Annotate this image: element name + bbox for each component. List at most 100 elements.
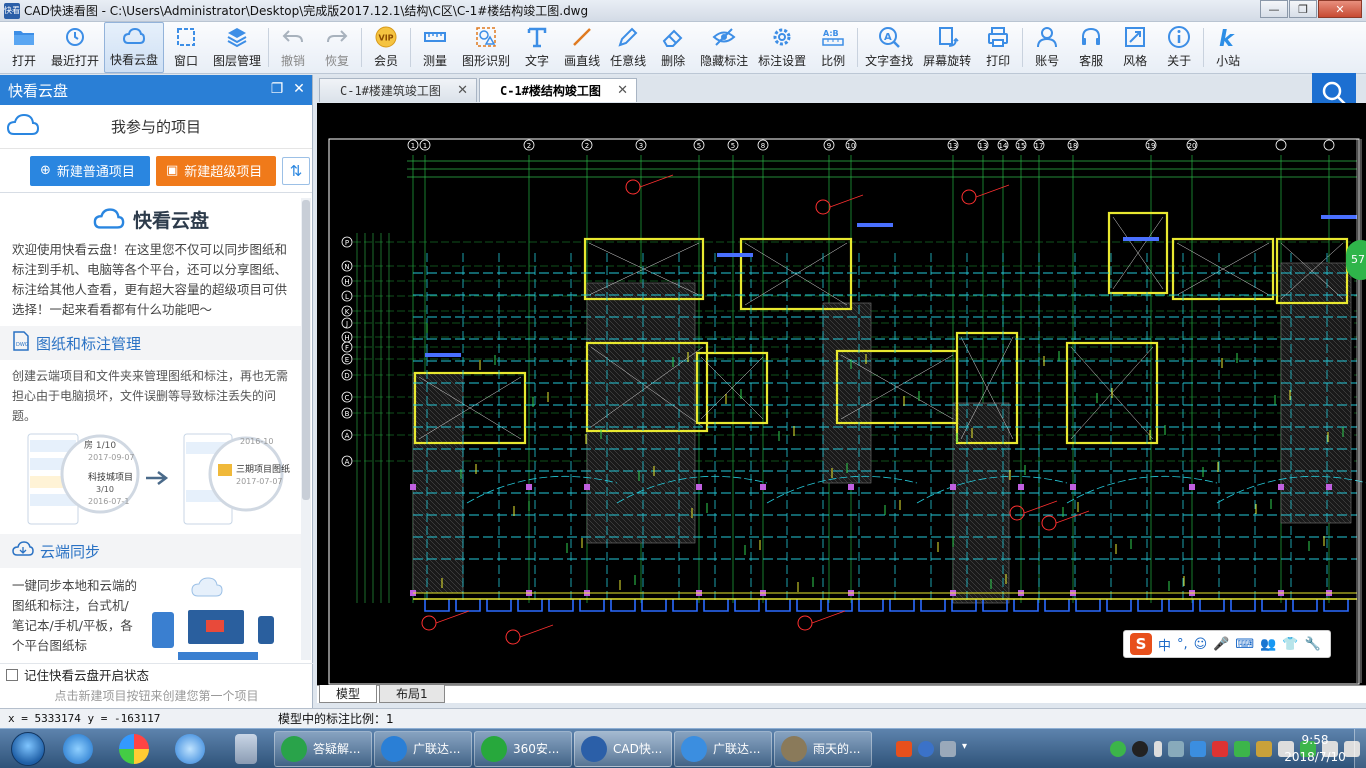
sogou-tray-icon[interactable] <box>896 741 912 757</box>
taskbar-task[interactable]: 雨天的... <box>774 730 872 767</box>
toolbar-vip-button[interactable]: VIP 会员 <box>364 22 408 73</box>
qq-tray-icon[interactable] <box>1132 741 1148 757</box>
column-joint <box>1189 484 1195 490</box>
toolbar-redo-button[interactable]: 恢复 <box>315 22 359 73</box>
green-tray-icon[interactable] <box>1110 741 1126 757</box>
new-normal-project-button[interactable]: ⊕ 新建普通项目 <box>30 155 150 186</box>
illus-left-line-4: 3/10 <box>96 485 114 494</box>
show-desktop-button[interactable] <box>1354 729 1366 768</box>
toolbar-k-button[interactable]: k 小站 <box>1206 22 1250 73</box>
floating-badge[interactable]: 57 <box>1346 240 1366 280</box>
ime-mode[interactable]: 中 <box>1158 635 1171 654</box>
new-normal-project-label: 新建普通项目 <box>56 165 135 180</box>
toolbar-text-search-button[interactable]: A 文字查找 <box>860 22 918 73</box>
remember-state-row[interactable]: 记住快看云盘开启状态 <box>0 663 313 685</box>
pinned-glodon[interactable] <box>162 729 218 768</box>
toolbar-eraser-button[interactable]: 删除 <box>651 22 695 73</box>
toolbar-label: 窗口 <box>174 54 199 68</box>
toolbar-scale-button[interactable]: A:B 比例 <box>811 22 855 73</box>
toolbar-window-button[interactable]: 窗口 <box>164 22 208 73</box>
taskbar-task[interactable]: 广联达... <box>674 730 772 767</box>
cad-drawing-canvas[interactable]: 1 1 2 2 3 5 5 8 9 10 13 13 14 15 17 18 19 20 P N H L K J H F E D C B A… <box>317 103 1366 685</box>
tab-close-icon[interactable]: ✕ <box>457 83 468 98</box>
emoji-icon[interactable]: ☺ <box>1194 637 1208 652</box>
toolbar-history-button[interactable]: 最近打开 <box>46 22 104 73</box>
column-label: 15 <box>1017 142 1026 150</box>
network-tray-icon[interactable] <box>1256 741 1272 757</box>
toolbar-eye-hide-button[interactable]: 隐藏标注 <box>695 22 753 73</box>
toolbar-layers-button[interactable]: 图层管理 <box>208 22 266 73</box>
pinned-calculator[interactable] <box>218 729 274 768</box>
tab-layout1[interactable]: 布局1 <box>379 685 445 703</box>
foundation-stirrup <box>486 599 512 612</box>
hatched-zone <box>952 402 1010 604</box>
column-label: 2 <box>585 142 589 150</box>
shield-tray-icon[interactable] <box>1168 741 1184 757</box>
ime-toolbar[interactable]: S 中 °, ☺ 🎤 ⌨ 👥 👕 🔧 <box>1123 630 1331 658</box>
toolbar-text-button[interactable]: 文字 <box>515 22 559 73</box>
remember-checkbox[interactable] <box>6 668 18 681</box>
toolbar-ruler-button[interactable]: 测量 <box>413 22 457 73</box>
taskbar-task[interactable]: 360安... <box>474 730 572 767</box>
toolbar-pen-button[interactable]: 任意线 <box>605 22 651 73</box>
toolbar-printer-button[interactable]: 打印 <box>976 22 1020 73</box>
task-buttons: 答疑解... 广联达... 360安... CAD快... 广联达... 雨天的... <box>274 730 874 767</box>
maximize-button[interactable]: ❐ <box>1289 0 1317 18</box>
column-label: 20 <box>1188 142 1197 150</box>
toolbar-settings-button[interactable]: 标注设置 <box>753 22 811 73</box>
taskbar-task[interactable]: 广联达... <box>374 730 472 767</box>
taskbar-task[interactable]: CAD快... <box>574 730 672 767</box>
plus-tray-icon[interactable] <box>1234 741 1250 757</box>
keyboard-icon[interactable]: ⌨ <box>1235 637 1254 652</box>
refresh-button[interactable]: ⇅ <box>282 156 310 185</box>
tab-close-icon[interactable]: ✕ <box>617 83 628 98</box>
wrench-tray-icon[interactable] <box>940 741 956 757</box>
restore-panel-icon[interactable]: ❐ <box>270 81 284 97</box>
ime-punct[interactable]: °, <box>1177 637 1188 652</box>
intro-scroll-thumb[interactable] <box>302 200 310 500</box>
foundation-stirrup <box>889 599 915 612</box>
tab-model[interactable]: 模型 <box>319 685 378 703</box>
start-button[interactable] <box>6 729 50 768</box>
tab-architecture-drawing[interactable]: C-1#楼建筑竣工图 ✕ <box>319 78 477 102</box>
toolbar-rotate-button[interactable]: 屏幕旋转 <box>918 22 976 73</box>
new-super-project-button[interactable]: ▣ 新建超级项目 <box>156 155 276 186</box>
q-tray-icon[interactable] <box>1190 741 1206 757</box>
toolbar-label: 文字查找 <box>865 54 914 68</box>
tab-structure-drawing[interactable]: C-1#楼结构竣工图 ✕ <box>479 78 637 102</box>
wrench-icon[interactable]: 🔧 <box>1305 637 1321 652</box>
column-label: 8 <box>761 142 765 150</box>
users-icon[interactable]: 👥 <box>1260 637 1276 652</box>
close-button[interactable]: ✕ <box>1318 0 1362 18</box>
cloud-brand-icon <box>93 208 125 229</box>
toolbar-headset-button[interactable]: 客服 <box>1069 22 1113 73</box>
detail-callout <box>1041 515 1057 531</box>
taskbar-clock[interactable]: 9:58 2018/7/10 <box>1280 732 1350 766</box>
toolbar-cloud-button[interactable]: 快看云盘 <box>104 22 165 73</box>
management-illustration: 房 1/10 2017-09-07 科技城项目 3/10 2016-07-1 2… <box>0 432 302 528</box>
shirt-icon[interactable]: 👕 <box>1282 637 1298 652</box>
minimize-button[interactable]: — <box>1260 0 1288 18</box>
mic-icon[interactable]: 🎤 <box>1213 637 1229 652</box>
toolbar-line-button[interactable]: 画直线 <box>559 22 605 73</box>
toolbar-folder-button[interactable]: 打开 <box>2 22 46 73</box>
pinned-ie[interactable] <box>50 729 106 768</box>
chevron-tray-icon[interactable]: ▾ <box>962 741 978 757</box>
taskbar-task[interactable]: 答疑解... <box>274 730 372 767</box>
task-label: 雨天的... <box>813 742 861 756</box>
toolbar-shape-recognize-button[interactable]: 图形识别 <box>457 22 515 73</box>
foundation-stirrup <box>1292 599 1318 612</box>
toolbar-style-button[interactable]: 风格 <box>1113 22 1157 73</box>
intro-scrollbar[interactable] <box>301 198 311 660</box>
toolbar-info-button[interactable]: 关于 <box>1157 22 1201 73</box>
red-tray-icon[interactable] <box>1212 741 1228 757</box>
task-label: 答疑解... <box>313 742 361 756</box>
toolbar-undo-button[interactable]: 撤销 <box>271 22 315 73</box>
toolbar-user-button[interactable]: 账号 <box>1025 22 1069 73</box>
close-panel-icon[interactable]: ✕ <box>292 81 306 97</box>
thermometer-tray-icon[interactable] <box>1154 741 1162 757</box>
pinned-app-colorful[interactable] <box>106 729 162 768</box>
help-tray-icon[interactable] <box>918 741 934 757</box>
row-label: B <box>345 410 350 418</box>
detail-callout <box>1009 505 1025 521</box>
